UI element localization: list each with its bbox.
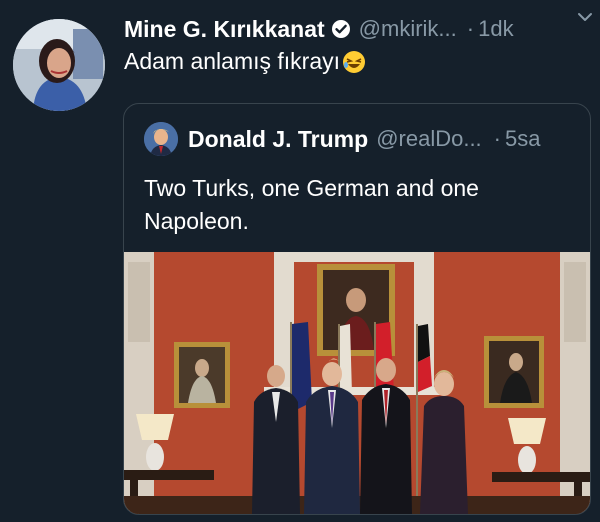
separator-dot: · bbox=[466, 16, 475, 41]
author-handle[interactable]: @mkirik... bbox=[359, 16, 457, 42]
quoted-tweet-text: Two Turks, one German and one Napoleon. bbox=[144, 175, 479, 234]
quoted-timestamp[interactable]: 5sa bbox=[505, 126, 540, 152]
verified-badge-icon bbox=[331, 19, 351, 39]
quoted-author-avatar[interactable] bbox=[144, 122, 178, 156]
author-name[interactable]: Mine G. Kırıkkanat bbox=[124, 16, 325, 43]
quoted-tweet-header: Donald J. Trump @realDo... · 5sa bbox=[144, 122, 576, 156]
quoted-tweet[interactable]: Donald J. Trump @realDo... · 5sa Two Tur… bbox=[123, 103, 591, 515]
quoted-author-name[interactable]: Donald J. Trump bbox=[188, 126, 368, 153]
laughing-emoji-icon bbox=[342, 50, 366, 74]
attached-photo[interactable] bbox=[124, 252, 590, 514]
quoted-author-handle[interactable]: @realDo... bbox=[376, 126, 481, 152]
chevron-down-icon[interactable] bbox=[576, 8, 594, 26]
timestamp[interactable]: 1dk bbox=[478, 16, 513, 42]
quoted-separator-dot: · bbox=[493, 126, 501, 151]
author-avatar[interactable] bbox=[13, 19, 105, 111]
tweet-text-row: Adam anlamış fıkrayı bbox=[124, 48, 366, 75]
tweet-header: Mine G. Kırıkkanat @mkirik... · 1dk bbox=[124, 12, 590, 46]
tweet[interactable]: Mine G. Kırıkkanat @mkirik... · 1dk Adam… bbox=[0, 0, 600, 522]
tweet-text: Adam anlamış fıkrayı bbox=[124, 48, 341, 74]
